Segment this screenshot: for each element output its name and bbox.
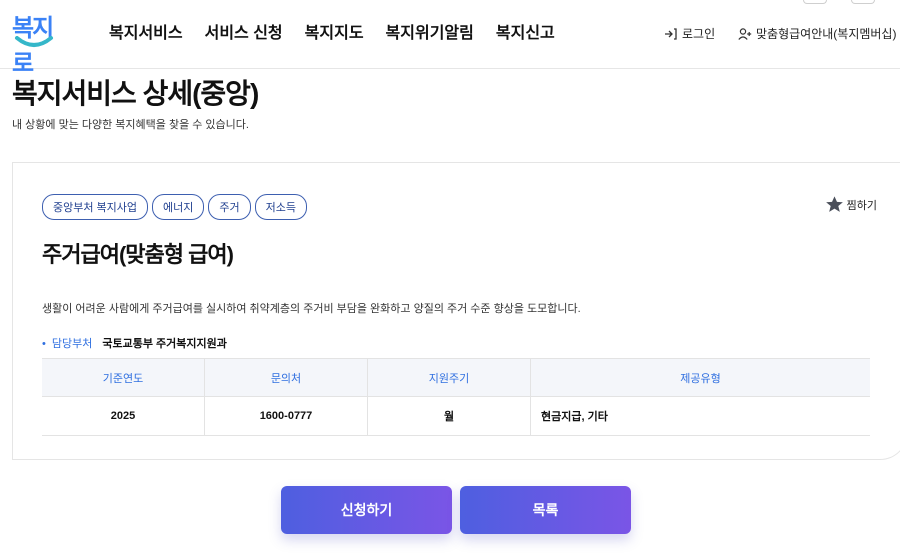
page-subtitle: 내 상황에 맞는 다양한 복지혜택을 찾을 수 있습니다. <box>12 119 249 131</box>
department-value: 국토교통부 주거복지지원과 <box>102 338 227 350</box>
th-provision-type: 제공유형 <box>530 358 870 397</box>
service-description: 생활이 어려운 사람에게 주거급여를 실시하여 취약계층의 주거비 부담을 완화… <box>42 303 581 315</box>
login-icon <box>665 27 677 40</box>
tag-housing[interactable]: 주거 <box>208 194 251 220</box>
favorite-label: 찜하기 <box>846 199 877 212</box>
td-support-cycle: 월 <box>367 396 531 436</box>
tag-energy[interactable]: 에너지 <box>152 194 205 220</box>
th-base-year: 기준연도 <box>42 358 205 397</box>
th-support-cycle: 지원주기 <box>367 358 531 397</box>
td-base-year: 2025 <box>42 396 205 436</box>
nav-item-crisis-alert[interactable]: 복지위기알림 <box>386 19 474 43</box>
department-label: 담당부처 <box>42 335 92 351</box>
list-button[interactable]: 목록 <box>460 486 631 534</box>
nav-item-welfare-report[interactable]: 복지신고 <box>496 19 555 43</box>
nav-item-welfare-map[interactable]: 복지지도 <box>305 19 364 43</box>
login-link[interactable]: 로그인 <box>664 25 715 42</box>
top-util-fragment <box>803 0 827 4</box>
user-plus-icon <box>738 27 752 40</box>
nav-item-service-apply[interactable]: 서비스 신청 <box>205 19 283 43</box>
apply-button[interactable]: 신청하기 <box>281 486 452 534</box>
table-header-row: 기준연도 문의처 지원주기 제공유형 <box>42 358 870 397</box>
service-title: 주거급여(맞춤형 급여) <box>42 242 234 267</box>
logo-smile-icon <box>15 36 53 47</box>
td-contact: 1600-0777 <box>204 396 368 436</box>
service-info-table: 기준연도 문의처 지원주기 제공유형 2025 1600-0777 월 현금지급… <box>42 358 870 436</box>
service-tags: 중앙부처 복지사업 에너지 주거 저소득 <box>42 194 308 220</box>
tag-central-ministry[interactable]: 중앙부처 복지사업 <box>42 194 149 220</box>
benefit-guide-label: 맞춤형급여안내(복지멤버십) <box>756 27 897 41</box>
star-icon <box>825 196 843 212</box>
site-header: 복지로 복지서비스 서비스 신청 복지지도 복지위기알림 복지신고 로그인 맞춤… <box>0 0 900 77</box>
main-nav: 복지서비스 서비스 신청 복지지도 복지위기알림 복지신고 <box>109 19 555 43</box>
page-title: 복지서비스 상세(중앙) <box>12 78 259 109</box>
tag-low-income[interactable]: 저소득 <box>254 194 308 220</box>
service-detail-card: 중앙부처 복지사업 에너지 주거 저소득 찜하기 주거급여(맞춤형 급여) 생활… <box>12 162 900 460</box>
top-util-fragment <box>851 0 875 4</box>
login-label: 로그인 <box>682 27 716 41</box>
nav-item-welfare-service[interactable]: 복지서비스 <box>109 19 183 43</box>
th-contact: 문의처 <box>204 358 368 397</box>
department-row: 담당부처 국토교통부 주거복지지원과 <box>42 335 227 351</box>
benefit-guide-link[interactable]: 맞춤형급여안내(복지멤버십) <box>738 25 896 42</box>
favorite-button[interactable]: 찜하기 <box>825 195 877 214</box>
td-provision-type: 현금지급, 기타 <box>530 396 870 436</box>
site-logo[interactable]: 복지로 <box>12 6 58 77</box>
table-row: 2025 1600-0777 월 현금지급, 기타 <box>42 396 870 436</box>
